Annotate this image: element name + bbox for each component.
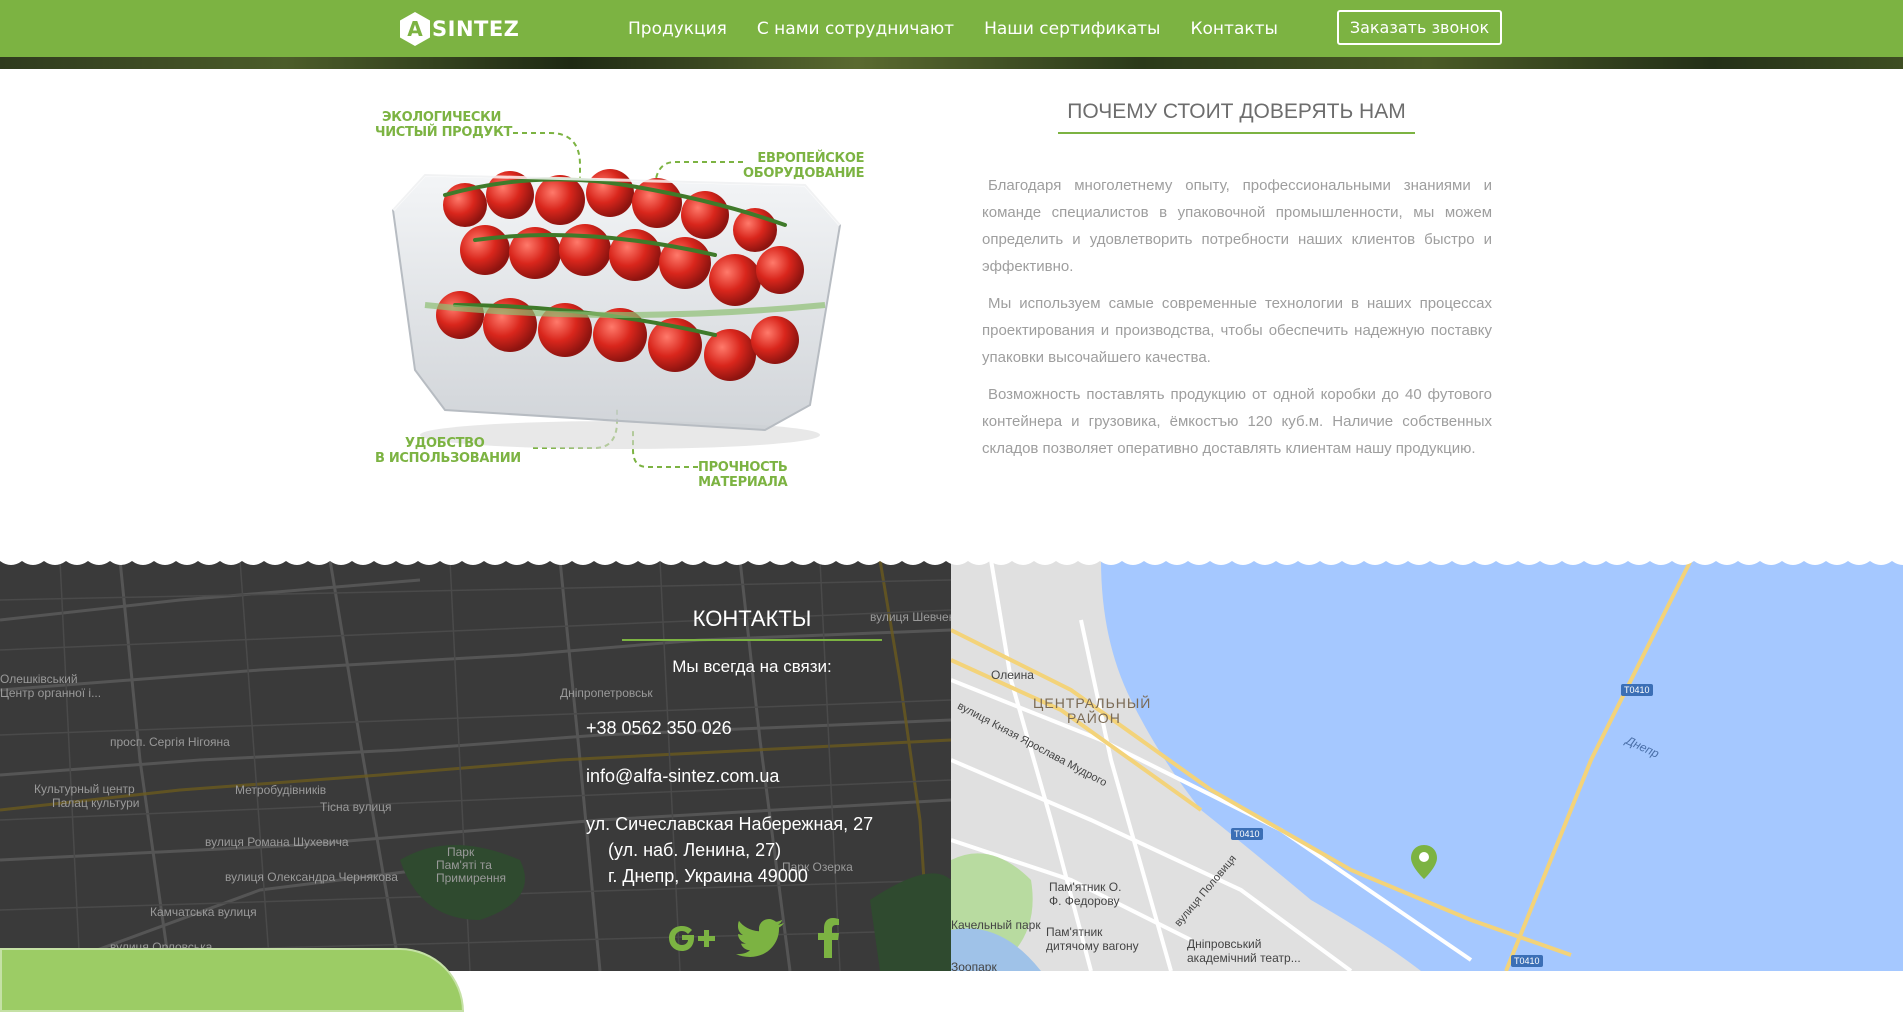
map-label: Пам'ятник О. (1049, 880, 1122, 894)
nav-item-certificates[interactable]: Наши сертификаты (984, 19, 1160, 39)
map-label: Центр органної і... (0, 686, 102, 700)
header-banner-strip (0, 57, 1903, 69)
map-label: Зоопарк (951, 960, 997, 971)
trust-title-underline (1058, 132, 1415, 134)
contacts-subtitle: Мы всегда на связи: (672, 657, 832, 676)
map-label: Палац культури (52, 796, 140, 810)
callout-european-line1: ЕВРОПЕЙСКОЕ (757, 151, 865, 166)
product-illustration: ЭКОЛОГИЧЕСКИ ЧИСТЫЙ ПРОДУКТ ЕВРОПЕЙСКОЕ … (375, 110, 875, 500)
trust-paragraph: Мы используем самые современные технолог… (982, 295, 1492, 366)
trust-title: ПОЧЕМУ СТОИТ ДОВЕРЯТЬ НАМ (1067, 100, 1406, 123)
logo-hexagon-icon: A (400, 12, 430, 46)
map-label: Ф. Федорову (1049, 894, 1120, 908)
map-label: Культурный центр (34, 782, 135, 796)
callout-strength-line2: МАТЕРИАЛА (698, 475, 788, 490)
map-label: Дніпропетровськ (560, 686, 653, 700)
map-label: Камчатська вулиця (150, 905, 257, 919)
map-label: ЦЕНТРАЛЬНЫЙ (1033, 695, 1152, 711)
map-label: дитячому вагону (1046, 939, 1139, 953)
callout-european-line2: ОБОРУДОВАНИЕ (743, 166, 865, 181)
contact-address-line2: (ул. наб. Ленина, 27) (608, 840, 782, 860)
map-label: вулиця Романа Шухевича (205, 835, 349, 849)
facebook-icon[interactable] (816, 916, 840, 960)
contact-address-line1: ул. Сичеславская Набережная, 27 (586, 814, 874, 834)
map-label: просп. Сергія Нігояна (110, 735, 230, 749)
map-label: Тісна вулиця (320, 800, 392, 814)
map-label: Олеина (991, 668, 1034, 682)
logo-text: SINTEZ (432, 17, 520, 41)
map-label: вулиця Олександра Чернякова (225, 870, 398, 884)
road-badge: T0410 (1621, 684, 1653, 696)
order-call-button[interactable]: Заказать звонок (1337, 10, 1502, 45)
contacts-title: КОНТАКТЫ (692, 606, 812, 631)
callout-eco: ЭКОЛОГИЧЕСКИ ЧИСТЫЙ ПРОДУКТ (375, 110, 512, 140)
city-map-canvas (951, 560, 1903, 971)
wave-divider (0, 553, 1903, 565)
tomato-tray-image (391, 169, 842, 449)
callout-usability-line2: В ИСПОЛЬЗОВАНИИ (375, 451, 521, 466)
callout-usability: УДОБСТВО В ИСПОЛЬЗОВАНИИ (375, 436, 521, 466)
google-plus-icon[interactable] (666, 916, 720, 960)
nav-item-partners[interactable]: С нами сотрудничают (757, 19, 954, 39)
map-label: Дніпровський (1187, 937, 1262, 951)
trust-title-wrap: ПОЧЕМУ СТОИТ ДОВЕРЯТЬ НАМ (1058, 100, 1415, 124)
map-label: Олешківський (0, 672, 78, 686)
map-pin-icon[interactable] (1411, 845, 1437, 883)
road-badge: T0410 (1231, 828, 1263, 840)
map-label: вулиця Шевченка (870, 610, 951, 624)
nav-item-contacts[interactable]: Контакты (1190, 19, 1278, 39)
contact-email[interactable]: info@alfa-sintez.com.ua (586, 766, 779, 787)
trust-text: Благодаря многолетнему опыту, профессион… (982, 172, 1492, 472)
city-map[interactable]: Олеина ЦЕНТРАЛЬНЫЙ РАЙОН вулиця Князя Яр… (951, 560, 1903, 971)
trust-paragraph: Возможность поставлять продукцию от одно… (982, 386, 1492, 457)
nav-item-products[interactable]: Продукция (628, 19, 727, 39)
map-label: Пам'ятник (1046, 925, 1103, 939)
site-logo[interactable]: A SINTEZ (400, 12, 519, 46)
contact-phone[interactable]: +38 0562 350 026 (586, 718, 732, 739)
callout-strength: ПРОЧНОСТЬ МАТЕРИАЛА (698, 460, 788, 490)
callout-eco-line1: ЭКОЛОГИЧЕСКИ (382, 110, 502, 125)
twitter-icon[interactable] (736, 916, 786, 960)
callout-european: ЕВРОПЕЙСКОЕ ОБОРУДОВАНИЕ (743, 151, 865, 181)
map-label: Качельный парк (951, 918, 1041, 932)
road-badge: T0410 (1511, 955, 1543, 967)
callout-eco-line2: ЧИСТЫЙ ПРОДУКТ (375, 125, 513, 140)
callout-strength-line1: ПРОЧНОСТЬ (698, 460, 788, 475)
callout-usability-line1: УДОБСТВО (405, 436, 485, 451)
map-label: Пам'яті та (436, 858, 492, 872)
map-label: Метробудівників (235, 783, 327, 797)
trust-paragraph: Благодаря многолетнему опыту, профессион… (982, 177, 1492, 275)
main-nav: Продукция С нами сотрудничают Наши серти… (628, 0, 1308, 57)
contact-address-line3: г. Днепр, Украина 49000 (608, 866, 808, 886)
site-header: A SINTEZ Продукция С нами сотрудничают Н… (0, 0, 1903, 57)
map-label: Парк (447, 845, 475, 859)
contacts-underline (622, 639, 882, 641)
map-label: РАЙОН (1067, 710, 1121, 726)
map-label: Примирення (436, 871, 507, 885)
logo-letter: A (407, 17, 423, 41)
map-label: академічний театр... (1187, 951, 1301, 965)
promo-card-edge (0, 948, 464, 1012)
